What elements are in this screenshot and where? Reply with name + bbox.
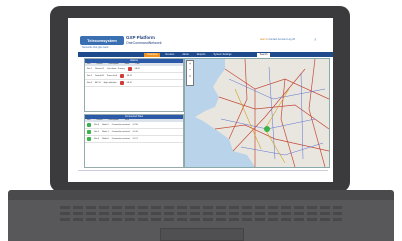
map-zoom-controls: + − ⌂ (186, 60, 194, 86)
product-title: GXP Platform (126, 35, 155, 40)
cell-description: Connection restored (111, 138, 130, 140)
table-row[interactable]: Site 5 Node-7 Connection restored 07:44 (85, 129, 183, 136)
cell-device: AP-12 (95, 82, 101, 84)
tab-reports[interactable]: Reports (194, 53, 209, 57)
top-links: Alarms Contact Account Log off (260, 38, 295, 41)
app-header: Telecomsystem Networks that give back GX… (68, 18, 333, 49)
cell-site: Site 5 (94, 131, 100, 133)
cell-description: Connection restored (111, 131, 130, 133)
tab-overview[interactable]: Overview (144, 52, 161, 57)
cell-device: Node-7 (102, 131, 109, 133)
col-description[interactable]: Description (109, 63, 119, 66)
alarms-panel: Alarms Site Device Description State Tim… (84, 58, 184, 112)
cell-time: 07:44 (132, 131, 138, 133)
keyboard-row (60, 218, 342, 221)
ok-status-icon (87, 123, 91, 127)
laptop-screen: Telecomsystem Networks that give back GX… (68, 18, 333, 182)
cell-time: 08:42 (134, 68, 140, 70)
product-subtitle: OneCommandNetwork (126, 41, 162, 45)
tab-system-settings[interactable]: System Settings (210, 53, 234, 57)
table-row[interactable]: Site 1 Router-01 Link down - Primary 08:… (85, 66, 183, 73)
footer-divider (78, 170, 328, 171)
search-button[interactable]: Search (256, 52, 271, 57)
alarms-link[interactable]: Alarms (260, 38, 268, 41)
col-site[interactable]: Site (87, 119, 90, 122)
network-map[interactable] (184, 58, 330, 168)
table-row[interactable]: Site 2 Switch-04 Power fault 08:31 (85, 73, 183, 80)
cell-device: Node-2 (102, 124, 109, 126)
cell-site: Site 6 (94, 138, 100, 140)
cell-description: Link down - Primary (107, 68, 125, 70)
contact-link[interactable]: Contact (268, 38, 277, 41)
table-row[interactable]: Site 4 Node-2 Connection restored 07:58 (85, 122, 183, 129)
cell-time: 08:31 (126, 75, 132, 77)
alarm-status-icon (119, 81, 124, 85)
cell-site: Site 2 (87, 75, 93, 77)
alarm-status-icon (119, 74, 124, 78)
col-description[interactable]: Description (109, 119, 119, 122)
tab-alerts[interactable]: Alerts (179, 53, 191, 57)
col-device[interactable]: Device (96, 63, 102, 66)
cell-time: 08:10 (126, 82, 132, 84)
keyboard-row (60, 212, 342, 215)
col-site[interactable]: Site (87, 63, 90, 66)
col-time[interactable]: Time (125, 119, 129, 122)
cell-site: Site 4 (94, 124, 100, 126)
logo[interactable]: Telecomsystem (80, 36, 124, 45)
cell-device: Router-01 (95, 68, 105, 70)
cell-description: High utilization (103, 82, 117, 84)
table-row[interactable]: Site 6 Node-9 Connection restored 07:21 (85, 136, 183, 143)
cell-device: Switch-04 (95, 75, 104, 77)
cell-description: Power fault (106, 75, 117, 77)
help-icon[interactable]: ? (314, 37, 316, 42)
home-view-button[interactable]: ⌂ (187, 73, 193, 79)
site-marker[interactable] (264, 126, 270, 132)
cell-time: 07:58 (132, 124, 138, 126)
cell-description: Connection restored (111, 124, 130, 126)
cell-site: Site 3 (87, 82, 93, 84)
account-link[interactable]: Account (278, 38, 287, 41)
touchpad (160, 228, 244, 241)
cell-device: Node-9 (102, 138, 109, 140)
main-nav: Overview Devices Alerts Reports System S… (78, 52, 333, 57)
logoff-link[interactable]: Log off (287, 38, 295, 41)
logo-tagline: Networks that give back (82, 46, 109, 49)
map-canvas (195, 59, 329, 167)
table-row[interactable]: Site 3 AP-12 High utilization 08:10 (85, 80, 183, 87)
col-time[interactable]: Time (135, 63, 139, 66)
cell-time: 07:21 (132, 138, 138, 140)
cell-site: Site 1 (87, 68, 93, 70)
ok-status-icon (87, 137, 91, 141)
tab-devices[interactable]: Devices (162, 53, 177, 57)
connected-sites-panel: Connected Sites Site Device Description … (84, 114, 184, 168)
col-state[interactable]: State (125, 63, 130, 66)
col-device[interactable]: Device (96, 119, 102, 122)
laptop-hinge (8, 190, 394, 200)
keyboard-row (60, 206, 342, 209)
ok-status-icon (87, 130, 91, 134)
alarm-status-icon (127, 67, 132, 71)
